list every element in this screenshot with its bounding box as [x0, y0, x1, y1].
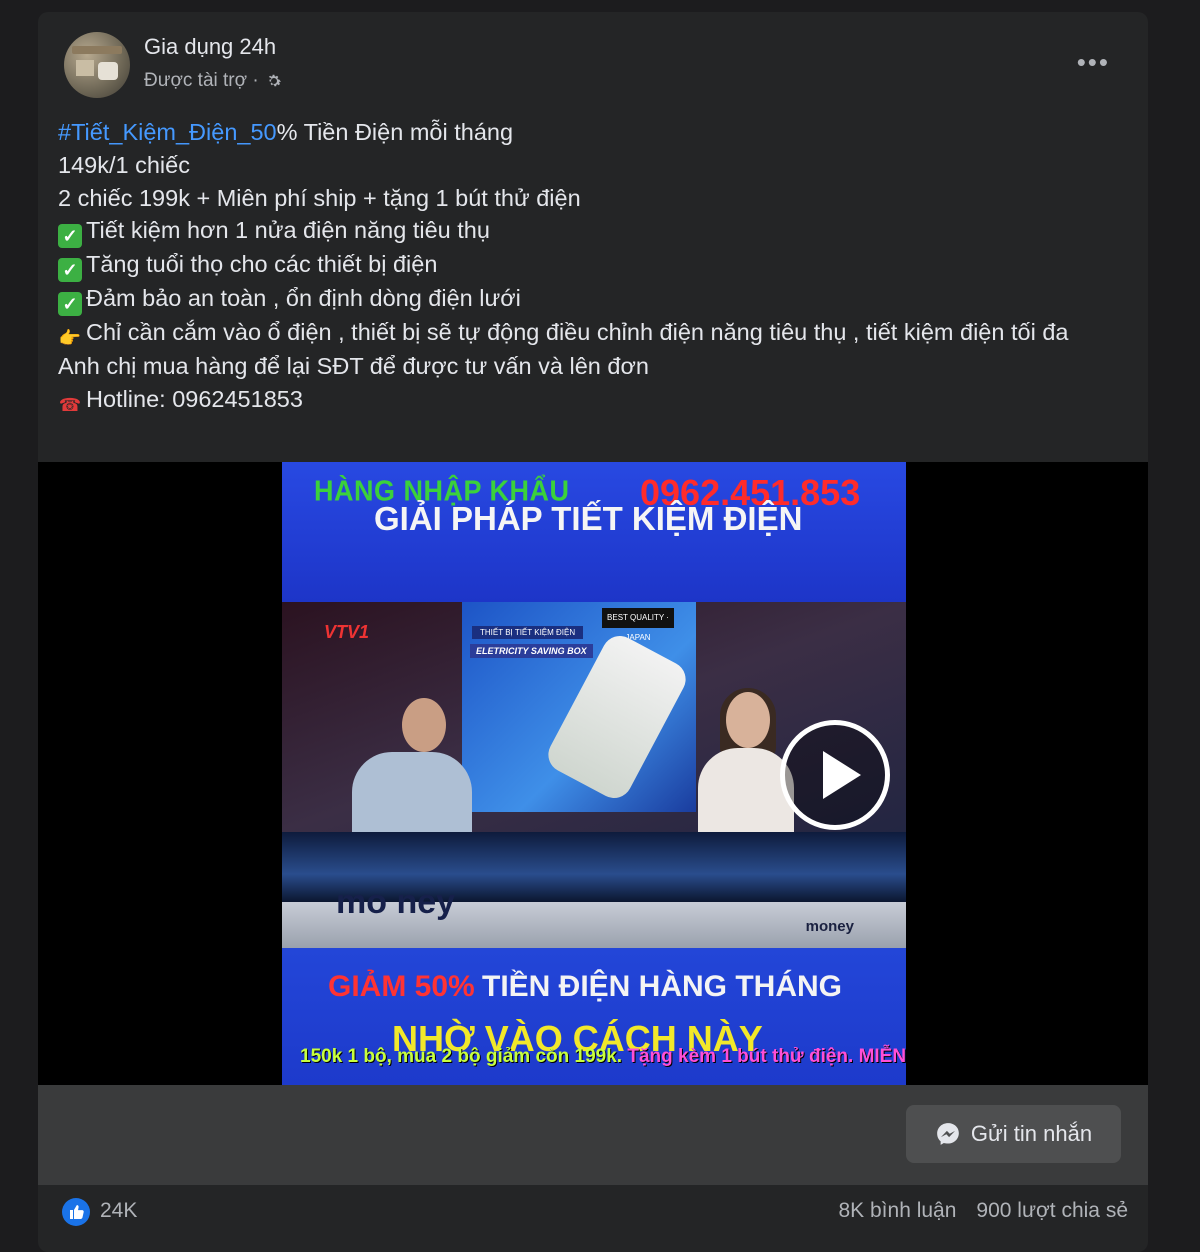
play-icon[interactable] — [780, 720, 890, 830]
post-line-7-text: Chỉ cần cắm vào ổ điện , thiết bị sẽ tự … — [86, 319, 1069, 346]
send-message-label[interactable]: Gửi tin nhắn — [971, 1121, 1092, 1147]
post-line-8: Anh chị mua hàng để lại SĐT để được tư v… — [58, 353, 649, 380]
shares-count[interactable]: 900 lượt chia sẻ — [976, 1199, 1128, 1223]
money-logo-right: money — [805, 918, 854, 935]
screen-product-label: ELETRICITY SAVING BOX — [470, 644, 593, 658]
quality-badge: BEST QUALITY · JAPAN — [602, 608, 674, 642]
post-stats: 8K bình luận 900 lượt chia sẻ — [838, 1199, 1128, 1223]
post-line-9: ☎ Hotline: 0962451853 — [58, 383, 1128, 417]
promo-price-text: 150k 1 bộ, mua 2 bộ giảm còn 199k. — [300, 1046, 623, 1067]
sponsored-post-card: Gia dụng 24h Được tài trợ · ••• #Tiết_Ki… — [38, 12, 1148, 1252]
video-player[interactable]: HÀNG NHẬP KHẨU 0962.451.853 GIẢI PHÁP TI… — [38, 462, 1148, 1085]
gear-icon[interactable] — [265, 72, 283, 90]
post-line-1-text: % Tiền Điện mỗi tháng — [276, 119, 514, 145]
post-line-5: ✓ Tăng tuổi thọ cho các thiết bị điện — [58, 248, 1128, 283]
post-header: Gia dụng 24h Được tài trợ · ••• — [38, 12, 1148, 112]
video-bottom-banner: GIẢM 50% TIỀN ĐIỆN HÀNG THÁNG NHỜ VÀO CÁ… — [282, 948, 906, 1085]
sponsored-text[interactable]: Được tài trợ · — [144, 70, 259, 92]
point-icon: 👉 — [58, 328, 82, 349]
solution-text: GIẢI PHÁP TIẾT KIỆM ĐIỆN — [374, 500, 803, 537]
monthly-bill-text: TIỀN ĐIỆN HÀNG THÁNG — [482, 970, 842, 1003]
comments-count[interactable]: 8K bình luận — [838, 1199, 956, 1223]
messenger-icon — [935, 1121, 961, 1147]
female-anchor-head — [726, 692, 770, 748]
phone-icon: ☎ — [58, 395, 82, 416]
post-line-6: ✓ Đảm bảo an toàn , ổn định dòng điện lướ… — [58, 282, 1128, 317]
post-line-7: 👉 Chỉ cần cắm vào ổ điện , thiết bị sẽ tự… — [58, 316, 1128, 350]
video-frame[interactable]: HÀNG NHẬP KHẨU 0962.451.853 GIẢI PHÁP TI… — [282, 462, 906, 1085]
send-message-button[interactable]: Gửi tin nhắn — [906, 1105, 1121, 1163]
post-line-2: 149k/1 chiếc — [58, 151, 190, 178]
post-line-9-text: Hotline: 0962451853 — [86, 386, 303, 413]
reaction-count[interactable]: 24K — [100, 1199, 137, 1223]
save50-text: GIẢM 50% — [328, 970, 475, 1003]
check-icon: ✓ — [58, 258, 82, 283]
cta-bar: Gửi tin nhắn — [38, 1085, 1148, 1185]
hashtag-link[interactable]: #Tiết_Kiệm_Điện_50 — [58, 119, 277, 145]
money-logo-left: mo ney — [336, 883, 456, 921]
post-line-1: #Tiết_Kiệm_Điện_50% Tiền Điện mỗi tháng — [58, 116, 1128, 149]
post-line-3: 2 chiếc 199k + Miên phí ship + tặng 1 bú… — [58, 184, 581, 211]
check-icon: ✓ — [58, 224, 82, 249]
check-icon: ✓ — [58, 292, 82, 317]
post-line-4-text: Tiết kiệm hơn 1 nửa điện năng tiêu thụ — [86, 217, 490, 244]
more-options-icon[interactable]: ••• — [1077, 49, 1110, 75]
money-lower-third: mo ney money — [282, 885, 906, 948]
post-line-5-text: Tăng tuổi thọ cho các thiết bị điện — [86, 251, 438, 278]
video-top-banner: HÀNG NHẬP KHẨU 0962.451.853 GIẢI PHÁP TI… — [282, 462, 906, 602]
post-footer: 24K 8K bình luận 900 lượt chia sẻ — [38, 1185, 1148, 1252]
post-line-6-text: Đảm bảo an toàn , ổn định dòng điện lưới — [86, 285, 521, 312]
vtv-logo: VTV1 — [324, 622, 370, 642]
post-message: #Tiết_Kiệm_Điện_50% Tiền Điện mỗi tháng … — [58, 116, 1128, 417]
page-name-link[interactable]: Gia dụng 24h — [144, 34, 276, 60]
page-avatar[interactable] — [64, 32, 130, 98]
male-anchor-head — [402, 698, 446, 752]
like-icon[interactable] — [62, 1198, 90, 1226]
post-line-4: ✓ Tiết kiệm hơn 1 nửa điện năng tiêu thụ — [58, 214, 1128, 249]
promo-gift-text: Tặng kèm 1 bút thử điện. MIỄN SHIP — [627, 1046, 906, 1067]
sponsored-label[interactable]: Được tài trợ · — [144, 70, 283, 92]
screen-label: THIẾT BỊ TIẾT KIỆM ĐIỆN — [472, 626, 584, 639]
promo-caption: 150k 1 bộ, mua 2 bộ giảm còn 199k. Tặng … — [300, 1046, 906, 1068]
